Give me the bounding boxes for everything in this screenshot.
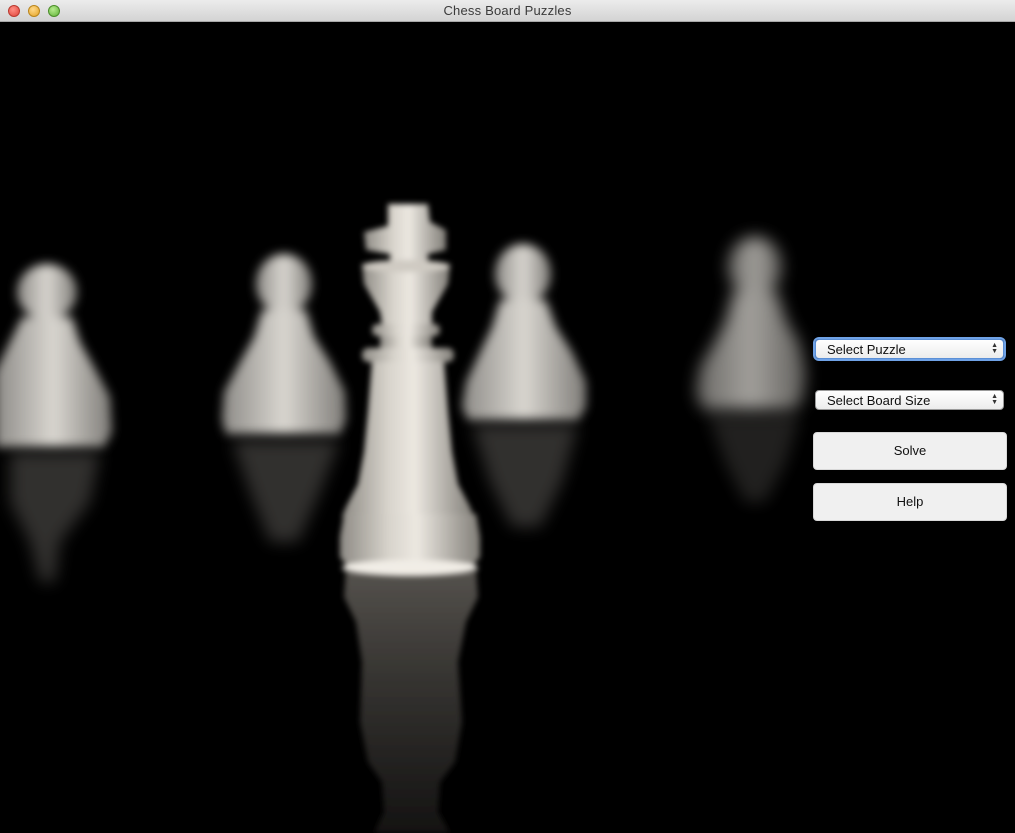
select-arrows-icon: ▲ ▼ [991,393,998,406]
chess-pieces-illustration [0,22,1015,833]
select-arrows-icon: ▲ ▼ [991,342,998,355]
background-photo [0,22,1015,833]
window-title: Chess Board Puzzles [443,3,572,18]
board-size-select-value: Select Board Size [827,393,931,408]
puzzle-select[interactable]: Select Puzzle ▲ ▼ [815,339,1004,359]
title-bar[interactable]: Chess Board Puzzles [0,0,1015,22]
solve-button[interactable]: Solve [813,432,1007,470]
board-size-select[interactable]: Select Board Size ▲ ▼ [815,390,1004,410]
puzzle-select-value: Select Puzzle [827,342,906,357]
app-window: Chess Board Puzzles Select Puzzle ▲ ▼ Se… [0,0,1015,833]
help-button[interactable]: Help [813,483,1007,521]
